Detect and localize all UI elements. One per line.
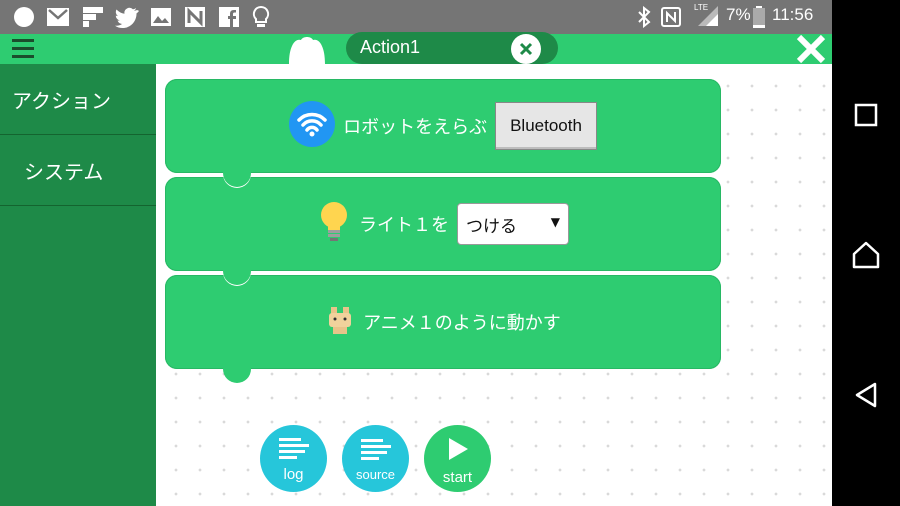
notification-dot-icon bbox=[13, 6, 35, 28]
twitter-icon bbox=[115, 6, 139, 28]
android-nav-bar bbox=[832, 0, 900, 506]
tab-title: Action1 bbox=[360, 37, 421, 57]
sidebar-item-label: システム bbox=[24, 159, 104, 184]
clock: 11:56 bbox=[772, 5, 814, 24]
gmail-icon bbox=[46, 6, 70, 28]
tab-close-icon[interactable] bbox=[511, 34, 541, 64]
sidebar-item-action[interactable]: アクション bbox=[0, 64, 156, 135]
tab-action1[interactable]: Action1 bbox=[346, 32, 558, 64]
image-icon bbox=[150, 6, 172, 28]
log-label: log bbox=[283, 466, 304, 483]
back-icon[interactable] bbox=[846, 375, 886, 415]
close-icon[interactable] bbox=[794, 34, 828, 64]
dropdown-arrow-icon: ▼ bbox=[550, 215, 560, 229]
anime-block[interactable]: アニメ１のように動かす bbox=[165, 272, 721, 383]
bluetooth-button[interactable]: Bluetooth bbox=[495, 102, 597, 150]
news-icon bbox=[184, 6, 206, 28]
category-sidebar: アクション システム bbox=[0, 64, 156, 506]
bunny-robot-icon bbox=[325, 305, 355, 340]
wifi-icon bbox=[289, 100, 336, 152]
light-action-select[interactable]: つける ▼ bbox=[457, 203, 569, 245]
recents-icon[interactable] bbox=[846, 95, 886, 135]
lte-signal-icon: LTE bbox=[694, 3, 720, 26]
facebook-icon bbox=[218, 6, 240, 28]
lte-label: LTE bbox=[694, 3, 708, 12]
robot-select-label: ロボットをえらぶ bbox=[343, 117, 488, 138]
nfc-icon bbox=[660, 6, 682, 28]
battery-percent: 7% bbox=[726, 5, 751, 24]
bluetooth-icon bbox=[636, 6, 652, 28]
home-icon[interactable] bbox=[846, 235, 886, 275]
sidebar-item-label: アクション bbox=[12, 88, 111, 113]
light-label: ライト１を bbox=[359, 215, 449, 236]
anime-label: アニメ１のように動かす bbox=[363, 313, 561, 334]
flipboard-icon bbox=[82, 6, 104, 28]
app-screen: LTE 7% 11:56 Action1 アクション システム ロボットをえらぶ… bbox=[0, 0, 832, 506]
source-label: source bbox=[355, 467, 396, 482]
start-label: start bbox=[442, 468, 473, 486]
lightbulb-icon bbox=[317, 200, 351, 249]
sidebar-item-system[interactable]: システム bbox=[0, 135, 156, 206]
robot-select-block[interactable]: ロボットをえらぶ Bluetooth bbox=[165, 79, 721, 187]
status-bar: LTE 7% 11:56 bbox=[0, 0, 832, 34]
mascot-icon bbox=[277, 34, 337, 64]
source-button[interactable]: source bbox=[342, 425, 409, 492]
log-lines-icon bbox=[278, 438, 309, 464]
start-button[interactable]: start bbox=[424, 425, 491, 492]
lightbulb-status-icon bbox=[251, 5, 271, 28]
light-block[interactable]: ライト１を つける ▼ bbox=[165, 174, 721, 285]
light-action-value: つける bbox=[466, 217, 517, 237]
play-icon bbox=[446, 436, 470, 467]
log-button[interactable]: log bbox=[260, 425, 327, 492]
menu-icon[interactable] bbox=[12, 39, 34, 59]
battery-icon bbox=[752, 6, 766, 28]
source-lines-icon bbox=[360, 439, 391, 465]
